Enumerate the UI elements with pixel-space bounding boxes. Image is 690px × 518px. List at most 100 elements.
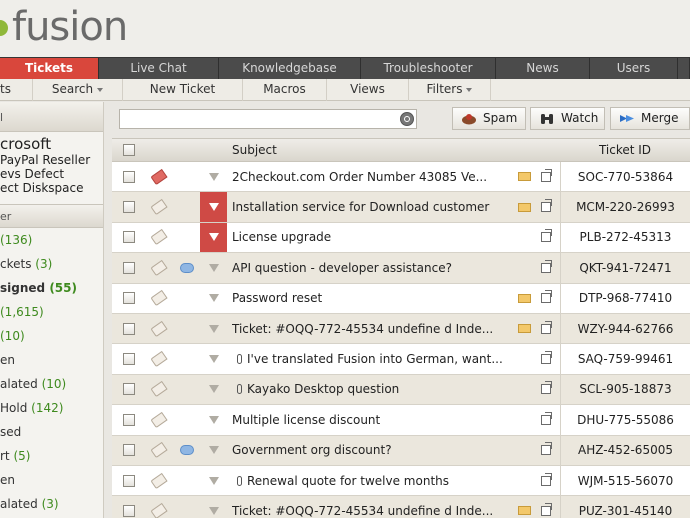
sidebar-view-item[interactable]: alated (3) [0,492,103,516]
tab-news[interactable]: News [496,58,590,79]
open-link-cell[interactable] [536,314,556,343]
flag-cell[interactable] [200,375,227,404]
ticket-subject[interactable]: License upgrade [232,223,512,252]
tab-troubleshooter[interactable]: Troubleshooter [361,58,496,79]
open-link-cell[interactable] [536,162,556,191]
table-row[interactable]: Kayako Desktop question SCL-905-18873 [112,374,690,406]
table-row[interactable]: Renewal quote for twelve months WJM-515-5… [112,465,690,497]
merge-button[interactable]: Merge [610,107,690,130]
ticket-id[interactable]: AHZ-452-65005 [560,435,690,465]
ticket-subject[interactable]: 2Checkout.com Order Number 43085 Ve... [232,162,512,191]
sidebar-view-item[interactable]: signed (55) [0,276,103,300]
subnav-tickets[interactable]: ts [0,79,33,101]
ticket-id[interactable]: QKT-941-72471 [560,253,690,283]
tab-users[interactable]: Users [590,58,678,79]
open-link-cell[interactable] [536,466,556,495]
spam-button[interactable]: Spam [452,107,526,130]
table-row[interactable]: License upgrade PLB-272-45313 [112,222,690,254]
subnav-macros[interactable]: Macros [243,79,327,101]
select-all-checkbox[interactable] [117,139,141,161]
flag-cell[interactable] [200,314,227,343]
row-checkbox[interactable] [117,436,141,465]
flag-cell[interactable] [200,162,227,191]
row-checkbox[interactable] [117,375,141,404]
flag-cell[interactable] [200,466,227,495]
table-row[interactable]: Ticket: #OQQ-772-45534 undefine d Inde..… [112,313,690,345]
row-checkbox[interactable] [117,253,141,282]
row-checkbox[interactable] [117,223,141,252]
ticket-subject[interactable]: Multiple license discount [232,405,512,434]
row-checkbox[interactable] [117,314,141,343]
ticket-subject[interactable]: Password reset [232,284,512,313]
ticket-id[interactable]: SCL-905-18873 [560,374,690,405]
sidebar-view-item[interactable]: alated (10) [0,372,103,396]
open-link-cell[interactable] [536,344,556,373]
row-checkbox[interactable] [117,284,141,313]
row-checkbox[interactable] [117,192,141,221]
row-checkbox[interactable] [117,496,141,518]
sidebar-view-item[interactable]: en [0,468,103,492]
sidebar-view-item[interactable]: en [0,348,103,372]
row-checkbox[interactable] [117,344,141,373]
open-link-cell[interactable] [536,436,556,465]
subnav-new-ticket[interactable]: New Ticket [123,79,243,101]
tab-knowledgebase[interactable]: Knowledgebase [219,58,361,79]
ticket-subject[interactable]: I've translated Fusion into German, want… [232,344,512,373]
sidebar-view-item[interactable]: (1,615) [0,300,103,324]
row-checkbox[interactable] [117,466,141,495]
open-link-cell[interactable] [536,192,556,221]
open-link-cell[interactable] [536,405,556,434]
table-row[interactable]: I've translated Fusion into German, want… [112,344,690,375]
flag-cell[interactable] [200,344,227,373]
tab-tickets[interactable]: Tickets [0,58,99,79]
flag-cell[interactable] [200,496,227,518]
flag-cell[interactable] [200,284,227,313]
open-link-cell[interactable] [536,284,556,313]
row-checkbox[interactable] [117,405,141,434]
watch-button[interactable]: Watch [530,107,605,130]
tab-live-chat[interactable]: Live Chat [99,58,219,79]
subnav-views[interactable]: Views [327,79,409,101]
table-row[interactable]: API question - developer assistance? QKT-… [112,253,690,284]
sidebar-view-item[interactable]: ckets (3) [0,252,103,276]
ticket-subject[interactable]: Installation service for Download custom… [232,192,512,221]
flag-cell[interactable] [200,405,227,434]
column-header-subject[interactable]: Subject [232,139,512,161]
ticket-subject[interactable]: Ticket: #OQQ-772-45534 undefine d Inde..… [232,496,512,518]
sidebar-view-item[interactable]: sed [0,420,103,444]
column-header-ticket-id[interactable]: Ticket ID [560,139,690,161]
flag-cell[interactable] [200,222,227,253]
flag-cell[interactable] [200,192,227,222]
app-logo[interactable]: fusion [12,4,128,50]
row-checkbox[interactable] [117,162,141,191]
sidebar-view-item[interactable]: rt (5) [0,444,103,468]
ticket-id[interactable]: PLB-272-45313 [560,222,690,253]
open-link-cell[interactable] [536,496,556,518]
open-link-cell[interactable] [536,223,556,252]
ticket-search-input[interactable] [119,109,417,129]
flag-cell[interactable] [200,436,227,465]
flag-cell[interactable] [200,253,227,282]
table-row[interactable]: Multiple license discount DHU-775-55086 [112,405,690,436]
search-icon[interactable] [400,112,414,126]
ticket-subject[interactable]: Ticket: #OQQ-772-45534 undefine d Inde..… [232,314,512,343]
ticket-id[interactable]: PUZ-301-45140 [560,496,690,518]
ticket-id[interactable]: DTP-968-77410 [560,283,690,313]
subnav-filters[interactable]: Filters [409,79,491,101]
ticket-id[interactable]: MCM-220-26993 [560,192,690,222]
sidebar-view-item[interactable]: (10) [0,324,103,348]
ticket-id[interactable]: SOC-770-53864 [560,162,690,192]
ticket-id[interactable]: DHU-775-55086 [560,405,690,435]
table-row[interactable]: Installation service for Download custom… [112,192,690,223]
ticket-id[interactable]: SAQ-759-99461 [560,344,690,374]
ticket-subject[interactable]: Government org discount? [232,436,512,465]
table-row[interactable]: 2Checkout.com Order Number 43085 Ve... SO… [112,162,690,193]
sidebar-view-item[interactable]: Hold (142) [0,396,103,420]
table-row[interactable]: Password reset DTP-968-77410 [112,283,690,314]
organization-name[interactable]: crosoft [0,136,103,153]
table-row[interactable]: Ticket: #OQQ-772-45534 undefine d Inde..… [112,496,690,518]
ticket-id[interactable]: WJM-515-56070 [560,465,690,496]
ticket-id[interactable]: WZY-944-62766 [560,313,690,344]
subnav-search[interactable]: Search [33,79,123,101]
table-row[interactable]: Government org discount? AHZ-452-65005 [112,435,690,466]
